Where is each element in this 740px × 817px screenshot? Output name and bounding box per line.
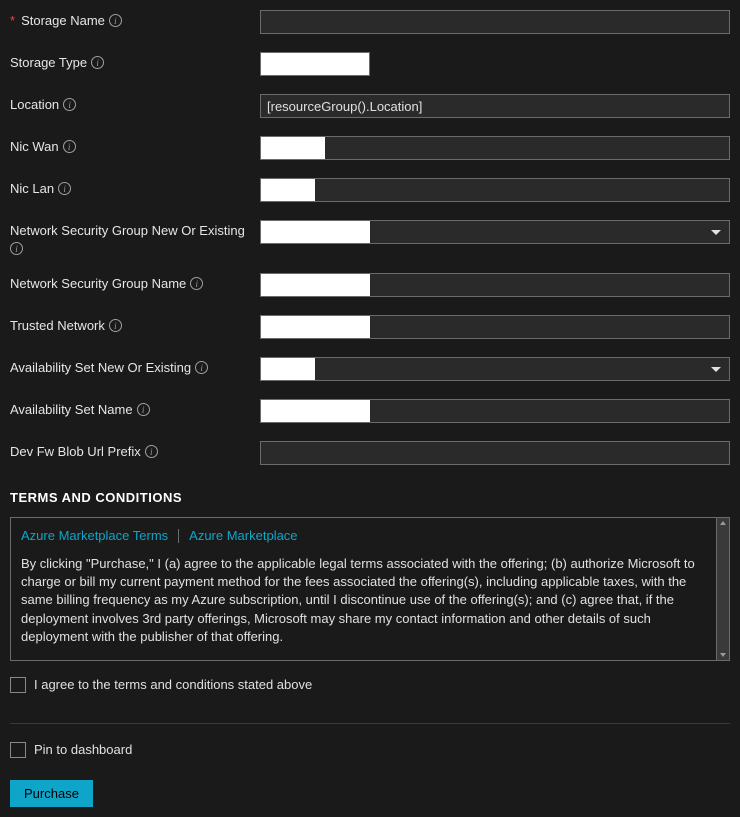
info-icon[interactable]: i xyxy=(109,319,122,332)
field-location: Location i xyxy=(10,94,730,118)
label-text: Network Security Group Name xyxy=(10,276,186,291)
agree-checkbox[interactable] xyxy=(10,677,26,693)
field-dev-fw-blob-url-prefix: Dev Fw Blob Url Prefix i xyxy=(10,441,730,465)
label-nic-lan: Nic Lan i xyxy=(10,178,260,196)
availset-name-tail xyxy=(370,399,730,423)
field-storage-type: Storage Type i xyxy=(10,52,730,76)
pin-to-dashboard-checkbox[interactable] xyxy=(10,742,26,758)
trusted-network-tail xyxy=(370,315,730,339)
label-text: Dev Fw Blob Url Prefix xyxy=(10,444,141,459)
label-location: Location i xyxy=(10,94,260,112)
label-text: Nic Lan xyxy=(10,181,54,196)
nsg-name-tail xyxy=(370,273,730,297)
info-icon[interactable]: i xyxy=(63,98,76,111)
label-availset-name: Availability Set Name i xyxy=(10,399,260,417)
select-tail xyxy=(315,357,730,381)
availset-name-input-wrap xyxy=(260,399,730,423)
terms-links: Azure Marketplace Terms Azure Marketplac… xyxy=(21,528,706,543)
nic-lan-input[interactable] xyxy=(260,178,315,202)
info-icon[interactable]: i xyxy=(91,56,104,69)
field-trusted-network: Trusted Network i xyxy=(10,315,730,339)
pin-label: Pin to dashboard xyxy=(34,742,132,757)
nsg-name-input-wrap xyxy=(260,273,730,297)
label-text: Trusted Network xyxy=(10,318,105,333)
location-input[interactable] xyxy=(260,94,730,118)
pin-row: Pin to dashboard xyxy=(10,742,730,758)
terms-scrollbar[interactable] xyxy=(717,517,730,661)
terms-text: By clicking "Purchase," I (a) agree to t… xyxy=(21,555,706,646)
info-icon[interactable]: i xyxy=(190,277,203,290)
availset-new-or-existing-select[interactable] xyxy=(260,357,730,381)
availset-name-input[interactable] xyxy=(260,399,370,423)
label-storage-type: Storage Type i xyxy=(10,52,260,70)
nic-wan-input[interactable] xyxy=(260,136,325,160)
agree-label: I agree to the terms and conditions stat… xyxy=(34,677,312,692)
label-trusted-network: Trusted Network i xyxy=(10,315,260,333)
trusted-network-input-wrap xyxy=(260,315,730,339)
chevron-down-icon xyxy=(711,367,721,372)
info-icon[interactable]: i xyxy=(63,140,76,153)
nic-lan-input-wrap xyxy=(260,178,730,202)
azure-marketplace-terms-link[interactable]: Azure Marketplace Terms xyxy=(21,528,168,543)
field-nic-lan: Nic Lan i xyxy=(10,178,730,202)
azure-marketplace-link[interactable]: Azure Marketplace xyxy=(189,528,297,543)
dev-fw-blob-url-prefix-input[interactable] xyxy=(260,441,730,465)
availset-new-or-existing-value[interactable] xyxy=(260,357,315,381)
label-availset-new-or-existing: Availability Set New Or Existing i xyxy=(10,357,260,375)
label-nic-wan: Nic Wan i xyxy=(10,136,260,154)
required-indicator: * xyxy=(10,13,15,28)
terms-heading: TERMS AND CONDITIONS xyxy=(10,490,730,505)
divider xyxy=(178,529,179,543)
info-icon[interactable]: i xyxy=(145,445,158,458)
purchase-button[interactable]: Purchase xyxy=(10,780,93,807)
info-icon[interactable]: i xyxy=(58,182,71,195)
field-availset-new-or-existing: Availability Set New Or Existing i xyxy=(10,357,730,381)
info-icon[interactable]: i xyxy=(109,14,122,27)
trusted-network-input[interactable] xyxy=(260,315,370,339)
field-nsg-name: Network Security Group Name i xyxy=(10,273,730,297)
nsg-new-or-existing-select[interactable] xyxy=(260,220,730,244)
select-tail xyxy=(370,220,730,244)
info-icon[interactable]: i xyxy=(195,361,208,374)
label-text: Storage Type xyxy=(10,55,87,70)
terms-box-wrap: Azure Marketplace Terms Azure Marketplac… xyxy=(10,517,730,661)
terms-box: Azure Marketplace Terms Azure Marketplac… xyxy=(10,517,717,661)
storage-type-input[interactable] xyxy=(260,52,370,76)
field-availset-name: Availability Set Name i xyxy=(10,399,730,423)
info-icon[interactable]: i xyxy=(137,403,150,416)
agree-row: I agree to the terms and conditions stat… xyxy=(10,677,730,693)
chevron-down-icon xyxy=(711,230,721,235)
label-nsg-new-or-existing: Network Security Group New Or Existing i xyxy=(10,220,260,255)
field-nic-wan: Nic Wan i xyxy=(10,136,730,160)
field-nsg-new-or-existing: Network Security Group New Or Existing i xyxy=(10,220,730,255)
nic-wan-tail xyxy=(325,136,730,160)
storage-name-input[interactable] xyxy=(260,10,730,34)
label-text: Availability Set New Or Existing xyxy=(10,360,191,375)
divider xyxy=(10,723,730,724)
label-nsg-name: Network Security Group Name i xyxy=(10,273,260,291)
info-icon[interactable]: i xyxy=(10,242,23,255)
label-text: Nic Wan xyxy=(10,139,59,154)
nic-lan-tail xyxy=(315,178,730,202)
nic-wan-input-wrap xyxy=(260,136,730,160)
nsg-new-or-existing-value[interactable] xyxy=(260,220,370,244)
label-text: Network Security Group New Or Existing xyxy=(10,223,245,238)
field-storage-name: * Storage Name i xyxy=(10,10,730,34)
scroll-down-icon xyxy=(720,653,726,657)
label-text: Availability Set Name xyxy=(10,402,133,417)
label-storage-name: * Storage Name i xyxy=(10,10,260,28)
label-dev-fw-blob-url-prefix: Dev Fw Blob Url Prefix i xyxy=(10,441,260,459)
label-text: Storage Name xyxy=(21,13,105,28)
scroll-up-icon xyxy=(720,521,726,525)
nsg-name-input[interactable] xyxy=(260,273,370,297)
label-text: Location xyxy=(10,97,59,112)
